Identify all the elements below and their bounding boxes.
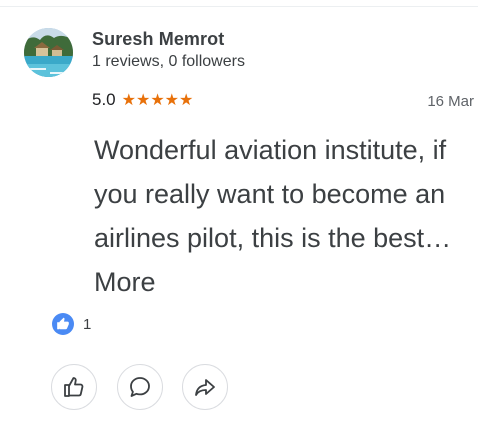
like-count: 1 — [83, 315, 92, 333]
more-link[interactable]: More — [94, 260, 484, 304]
like-button[interactable] — [51, 364, 97, 410]
reviewer-meta: 1 reviews, 0 followers — [92, 53, 245, 70]
avatar[interactable] — [24, 28, 73, 77]
comment-button[interactable] — [117, 364, 163, 410]
review-body: Wonderful aviation institute, if you rea… — [94, 135, 452, 253]
star-rating-icon: ★★★★★ — [121, 92, 194, 109]
share-arrow-icon — [195, 379, 215, 396]
thumbs-up-icon — [52, 313, 74, 335]
share-button[interactable] — [182, 364, 228, 410]
rating-value: 5.0 — [92, 90, 116, 109]
top-divider — [0, 6, 478, 7]
likes-summary: 1 — [52, 313, 91, 335]
comment-bubble-icon — [130, 377, 150, 397]
reviewer-name[interactable]: Suresh Memrot — [92, 29, 224, 50]
rating-row: 5.0 ★★★★★ — [92, 90, 193, 110]
review-text: Wonderful aviation institute, if you rea… — [94, 128, 484, 304]
thumbs-up-outline-icon — [64, 377, 84, 397]
review-card: Suresh Memrot 1 reviews, 0 followers 5.0… — [0, 0, 500, 429]
review-date: 16 Mar — [427, 93, 474, 110]
